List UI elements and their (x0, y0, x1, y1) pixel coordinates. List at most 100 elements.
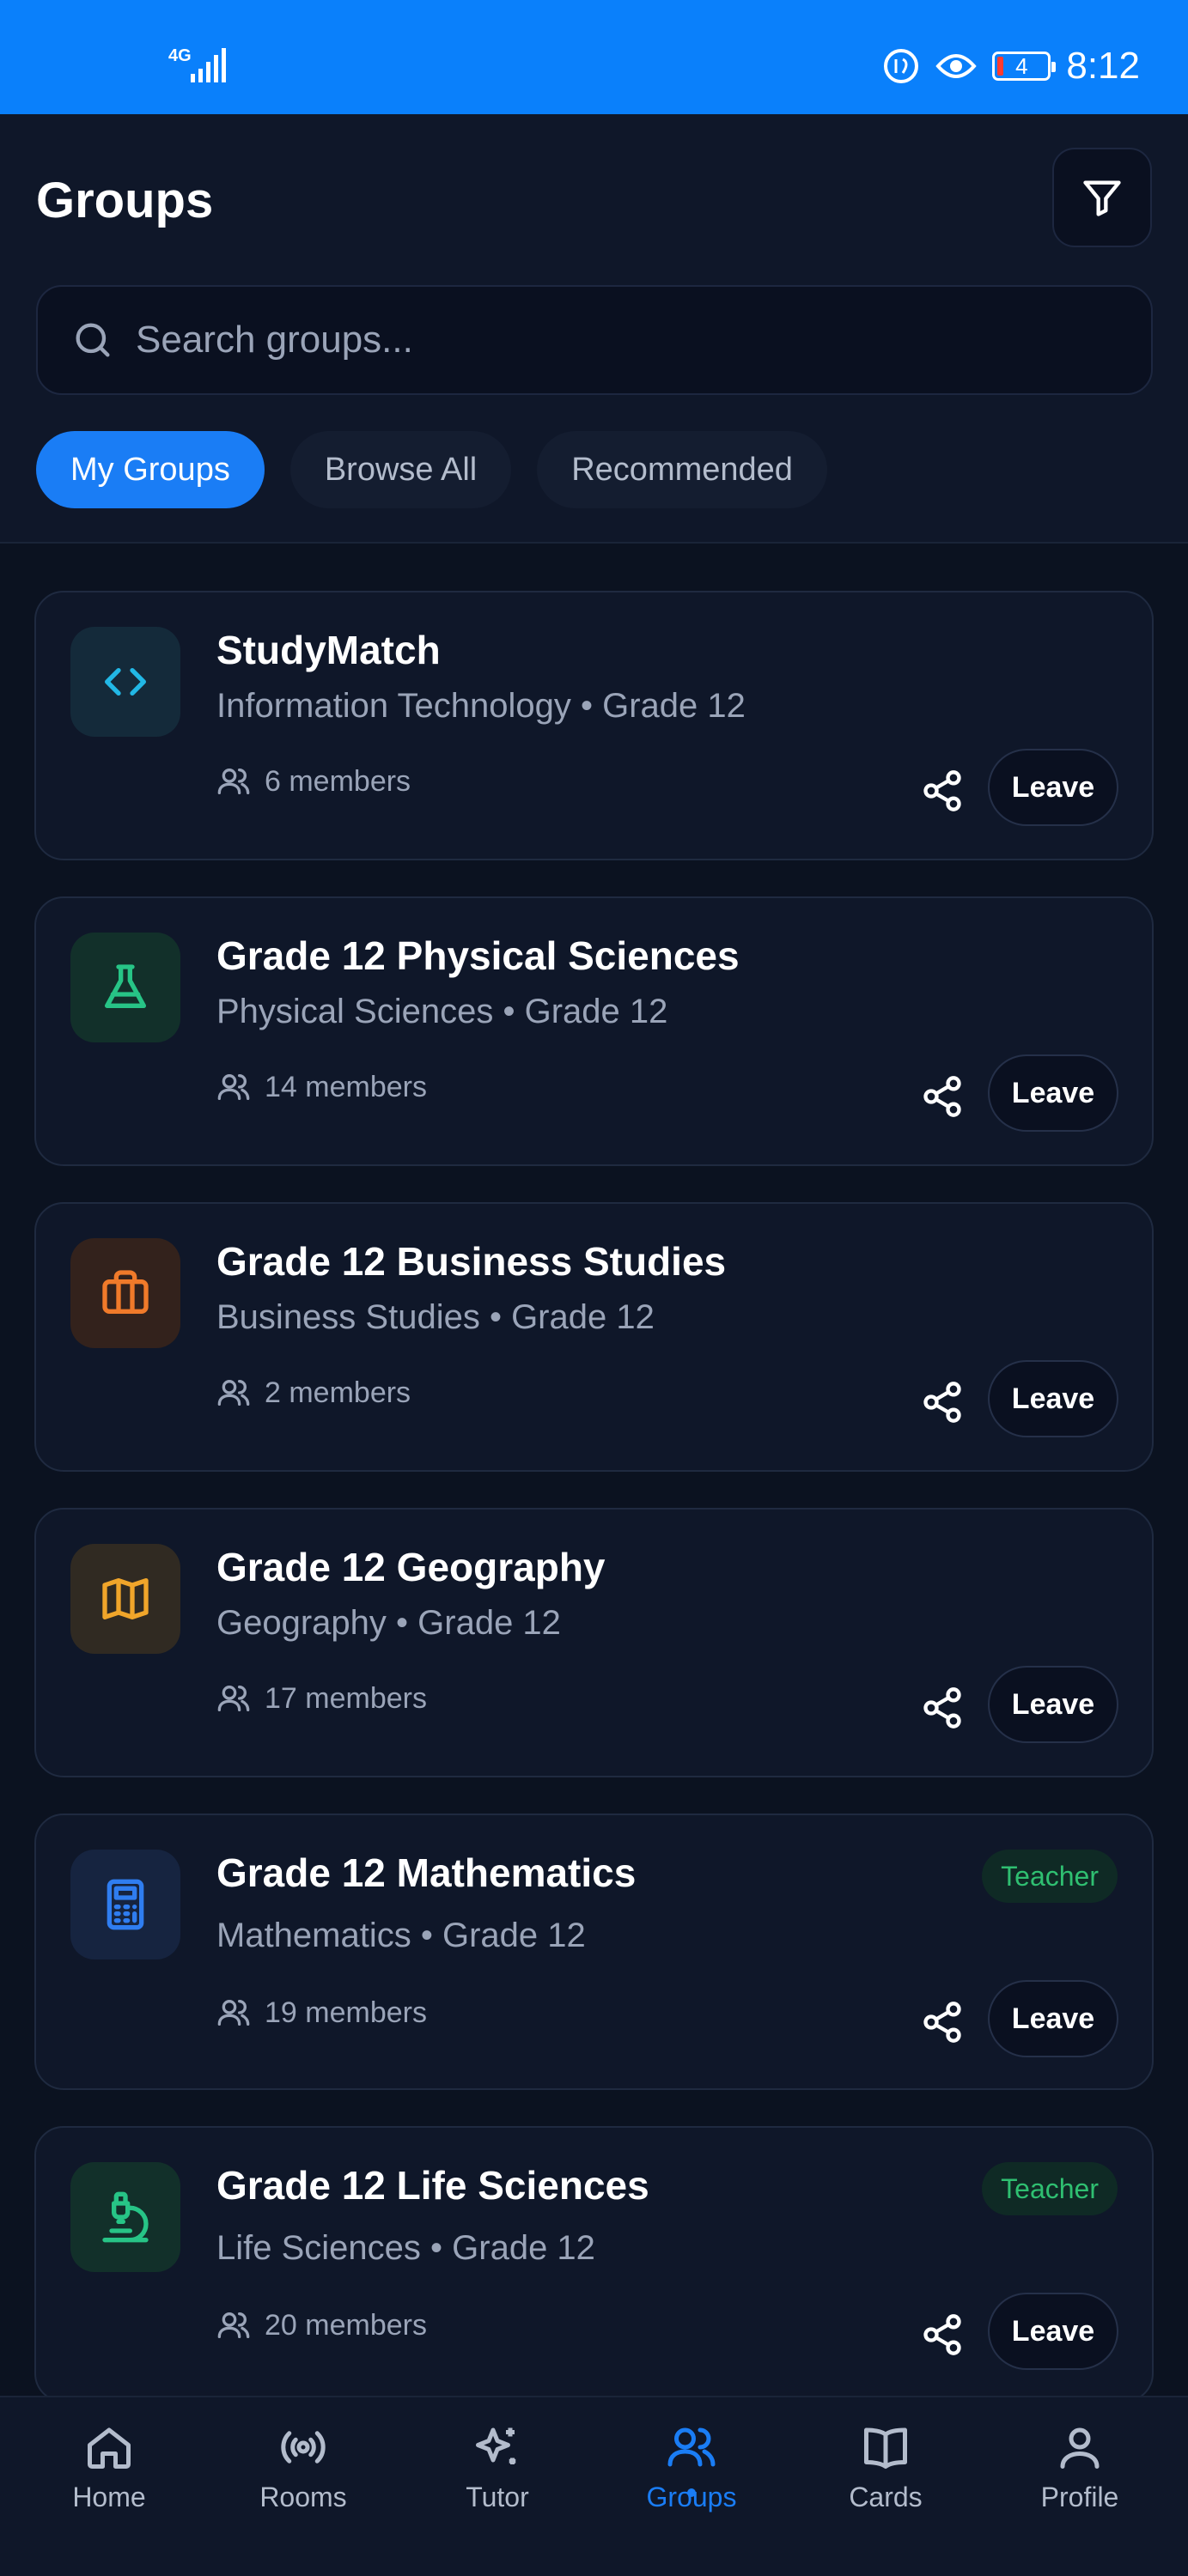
group-list: StudyMatch Information Technology • Grad… (34, 591, 1154, 2439)
users-icon (217, 2312, 250, 2338)
users-icon (217, 1686, 250, 1711)
clock: 8:12 (1066, 45, 1140, 87)
leave-button[interactable]: Leave (988, 2293, 1118, 2370)
home-icon (88, 2427, 131, 2469)
status-bar: 4G 4 8:12 (0, 0, 1188, 114)
group-card[interactable]: Grade 12 Business Studies Business Studi… (34, 1202, 1154, 1472)
network-label: 4G (168, 46, 192, 65)
users-icon (667, 2427, 716, 2467)
data-saver-icon (884, 49, 919, 83)
nav-home[interactable]: Home (23, 2421, 195, 2513)
group-name: Grade 12 Geography (216, 1545, 606, 1589)
group-subtitle: Business Studies • Grade 12 (216, 1298, 655, 1336)
nav-tutor[interactable]: Tutor (411, 2421, 583, 2513)
nav-rooms[interactable]: Rooms (217, 2421, 389, 2513)
group-card[interactable]: StudyMatch Information Technology • Grad… (34, 591, 1154, 860)
member-count: 14 members (265, 1070, 427, 1103)
tab-my-groups[interactable]: My Groups (36, 431, 265, 508)
group-name: Grade 12 Business Studies (216, 1239, 727, 1284)
leave-button[interactable]: Leave (988, 1980, 1118, 2057)
active-indicator (687, 2488, 696, 2497)
group-card[interactable]: Grade 12 Geography Geography • Grade 12 … (34, 1508, 1154, 1777)
users-icon (217, 2000, 250, 2026)
group-name: Grade 12 Physical Sciences (216, 933, 740, 978)
book-icon (864, 2427, 907, 2469)
nav-rooms-label: Rooms (259, 2482, 347, 2512)
share-icon (923, 1382, 961, 1423)
member-count: 6 members (265, 764, 411, 798)
search-input[interactable] (136, 319, 1081, 361)
share-icon (923, 2314, 961, 2355)
group-subtitle: Physical Sciences • Grade 12 (216, 993, 668, 1030)
group-card[interactable]: Grade 12 Mathematics Teacher Mathematics… (34, 1814, 1154, 2090)
group-name: Grade 12 Life Sciences (216, 2163, 649, 2208)
group-icon-box (70, 1544, 180, 1654)
group-subtitle: Geography • Grade 12 (216, 1604, 561, 1642)
share-button[interactable] (912, 1066, 972, 1127)
share-button[interactable] (912, 761, 972, 821)
group-icon-box (70, 933, 180, 1042)
group-name: StudyMatch (216, 628, 441, 672)
group-members: 2 members (216, 1376, 411, 1410)
group-members: 20 members (216, 2308, 427, 2342)
group-members: 19 members (216, 1996, 427, 2030)
nav-home-label: Home (72, 2482, 146, 2512)
teacher-badge: Teacher (982, 1850, 1118, 1903)
member-count: 20 members (265, 2308, 427, 2342)
leave-button[interactable]: Leave (988, 1054, 1118, 1132)
group-subtitle: Mathematics • Grade 12 (216, 1917, 586, 1954)
nav-cards[interactable]: Cards (800, 2421, 972, 2513)
tab-recommended[interactable]: Recommended (537, 431, 827, 508)
leave-button[interactable]: Leave (988, 1360, 1118, 1437)
group-subtitle: Life Sciences • Grade 12 (216, 2229, 595, 2267)
share-button[interactable] (912, 1372, 972, 1432)
member-count: 19 members (265, 1996, 427, 2029)
group-icon-box (70, 627, 180, 737)
group-icon-box (70, 1238, 180, 1348)
code-icon (105, 668, 146, 696)
group-card[interactable]: Grade 12 Physical Sciences Physical Scie… (34, 896, 1154, 1166)
sparkle-icon (476, 2427, 516, 2464)
filter-icon (1083, 180, 1121, 216)
search-icon (76, 323, 110, 357)
users-icon (217, 769, 250, 794)
group-members: 17 members (216, 1681, 427, 1716)
page-title: Groups (36, 173, 214, 228)
nav-cards-label: Cards (849, 2482, 923, 2512)
share-button[interactable] (912, 1678, 972, 1738)
group-name: Grade 12 Mathematics (216, 1850, 637, 1895)
nav-profile-label: Profile (1040, 2482, 1119, 2512)
member-count: 17 members (265, 1681, 427, 1715)
calculator-icon (107, 1879, 144, 1930)
group-icon-box (70, 2162, 180, 2272)
nav-groups-label: Groups (646, 2482, 737, 2512)
member-count: 2 members (265, 1376, 411, 1409)
bottom-nav: Home Rooms Tutor Groups Cards Profile (0, 2396, 1188, 2576)
users-icon (217, 1380, 250, 1406)
share-icon (923, 1687, 961, 1728)
teacher-badge: Teacher (982, 2162, 1118, 2215)
group-card[interactable]: Grade 12 Life Sciences Teacher Life Scie… (34, 2126, 1154, 2403)
eye-icon (935, 54, 978, 78)
tab-browse-all[interactable]: Browse All (289, 431, 512, 508)
leave-button[interactable]: Leave (988, 749, 1118, 826)
group-subtitle: Information Technology • Grade 12 (216, 687, 746, 725)
battery-icon: 4 (992, 52, 1057, 81)
battery-level: 4 (1015, 52, 1028, 79)
nav-profile[interactable]: Profile (994, 2421, 1166, 2513)
group-members: 6 members (216, 764, 411, 799)
filter-button[interactable] (1052, 148, 1152, 247)
share-icon (923, 770, 961, 811)
leave-button[interactable]: Leave (988, 1666, 1118, 1743)
microscope-icon (102, 2191, 149, 2243)
share-button[interactable] (912, 2305, 972, 2365)
users-icon (217, 1074, 250, 1100)
share-button[interactable] (912, 1992, 972, 2052)
search-bar[interactable] (36, 285, 1153, 395)
group-tabs: My Groups Browse All Recommended (36, 431, 827, 508)
nav-groups[interactable]: Groups (606, 2421, 777, 2513)
group-members: 14 members (216, 1070, 427, 1104)
map-icon (102, 1578, 149, 1619)
share-icon (923, 1076, 961, 1117)
share-icon (923, 2002, 961, 2043)
